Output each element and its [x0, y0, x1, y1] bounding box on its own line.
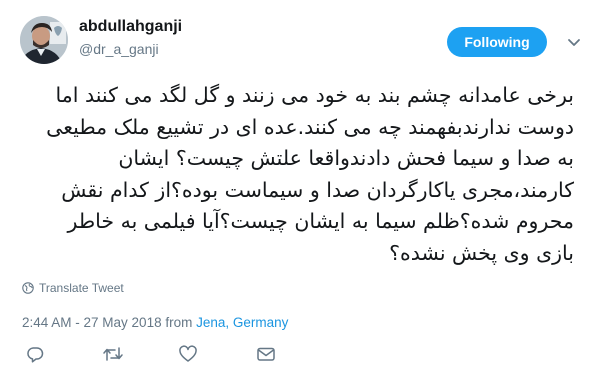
heart-icon[interactable] [179, 345, 197, 363]
display-name[interactable]: abdullahganji [79, 18, 182, 36]
user-avatar[interactable] [20, 16, 68, 64]
tweet-text-line: دوست ندارندبفهمند چه می کنند.عده ای در ت… [46, 114, 574, 139]
tweet-timestamp: 2:44 AM - 27 May 2018 from Jena, Germany [22, 315, 288, 330]
translate-tweet-label: Translate Tweet [39, 281, 124, 295]
user-handle[interactable]: @dr_a_ganji [79, 41, 159, 57]
translate-tweet-link[interactable]: Translate Tweet [22, 281, 124, 295]
tweet-text-line: برخی عامدانه چشم بند به خود می زنند و گل… [55, 83, 574, 107]
tweet-actions [26, 345, 586, 365]
tweet-card: abdullahganji @dr_a_ganji Following برخی… [0, 0, 611, 386]
retweet-icon[interactable] [102, 345, 124, 363]
tweet-text-line: محروم شده؟ظلم سیما به ایشان چیست؟آیا فیل… [67, 209, 574, 233]
tweet-text-line: به صدا و سیما فحش دادندواقعا علتش چیست؟ … [118, 146, 574, 170]
following-button[interactable]: Following [447, 27, 547, 57]
tweet-text: برخی عامدانه چشم بند به خود می زنند و گل… [18, 80, 574, 269]
tweet-text-line: کارمند،مجری یاکارگردان صدا و سیماست بوده… [61, 177, 574, 202]
globe-icon [22, 282, 34, 294]
tweet-location-link[interactable]: Jena, Germany [196, 315, 288, 330]
tweet-text-line: بازی وی پخش نشده؟ [389, 240, 574, 265]
chevron-down-icon[interactable] [566, 36, 582, 48]
tweet-time-date[interactable]: 2:44 AM - 27 May 2018 from [22, 315, 196, 330]
envelope-icon[interactable] [256, 345, 276, 363]
reply-icon[interactable] [26, 345, 44, 363]
